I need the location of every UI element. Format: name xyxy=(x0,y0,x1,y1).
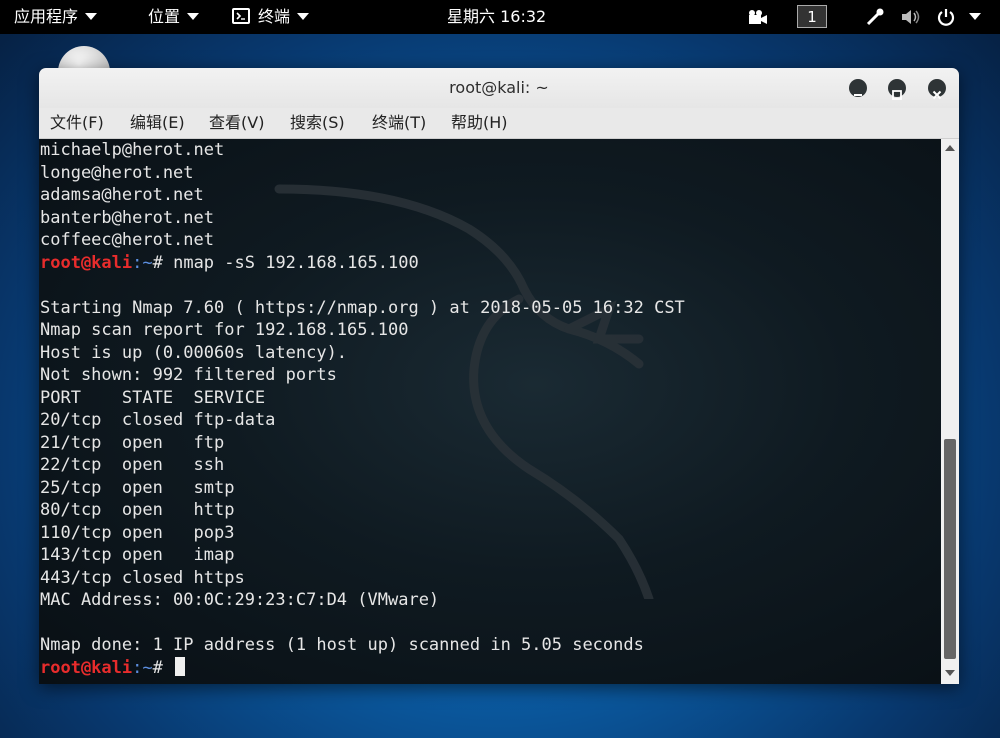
chevron-down-icon xyxy=(187,13,200,20)
video-camera-icon[interactable] xyxy=(748,0,768,34)
places-menu[interactable]: 位置 xyxy=(148,0,200,34)
terminal-line: Nmap scan report for 192.168.165.100 xyxy=(40,320,409,340)
window-titlebar[interactable]: root@kali: ~ xyxy=(39,68,959,108)
scroll-down-arrow-icon[interactable] xyxy=(945,670,955,676)
menu-terminal[interactable]: 终端(T) xyxy=(372,108,426,138)
maximize-button[interactable] xyxy=(888,79,906,100)
clock-label: 星期六 16:32 xyxy=(447,7,547,26)
applications-menu-label: 应用程序 xyxy=(14,7,79,26)
prompt-symbol: # xyxy=(152,657,174,678)
terminal-line: 143/tcp open imap xyxy=(40,545,235,565)
menu-file[interactable]: 文件(F) xyxy=(50,108,104,138)
terminal-line: banterb@herot.net xyxy=(40,207,214,228)
menu-bar: 文件(F) 编辑(E) 查看(V) 搜索(S) 终端(T) 帮助(H) xyxy=(39,108,959,139)
terminal-line: longe@herot.net xyxy=(40,162,194,183)
close-button[interactable] xyxy=(928,79,946,100)
terminal-app-label: 终端 xyxy=(258,7,291,26)
terminal-line: 110/tcp open pop3 xyxy=(40,522,235,543)
power-icon[interactable] xyxy=(936,0,956,34)
terminal-line: coffeec@herot.net xyxy=(40,230,214,250)
active-prompt-line[interactable]: root@kali:~# xyxy=(40,656,186,679)
clock[interactable]: 星期六 16:32 xyxy=(447,0,546,34)
menu-edit[interactable]: 编辑(E) xyxy=(130,108,185,138)
menu-help[interactable]: 帮助(H) xyxy=(451,108,508,138)
minimize-button[interactable] xyxy=(849,79,867,97)
eyedropper-icon[interactable] xyxy=(865,0,885,34)
volume-icon[interactable] xyxy=(900,0,922,34)
terminal-line: adamsa@herot.net xyxy=(40,185,204,205)
terminal-app-icon xyxy=(232,8,250,24)
minimize-icon xyxy=(854,94,862,96)
workspace-indicator[interactable]: 1 xyxy=(797,5,827,28)
terminal-line: Nmap done: 1 IP address (1 host up) scan… xyxy=(40,635,644,655)
terminal-app-menu[interactable]: 终端 xyxy=(232,0,310,34)
chevron-down-icon xyxy=(85,13,98,20)
prompt-user: root@kali xyxy=(40,657,133,678)
chevron-down-icon xyxy=(297,13,310,20)
terminal-line: 80/tcp open http xyxy=(40,500,235,520)
terminal-line: michaelp@herot.net xyxy=(40,140,225,160)
scroll-up-arrow-icon[interactable] xyxy=(945,145,955,151)
terminal-line: Starting Nmap 7.60 ( https://nmap.org ) … xyxy=(40,297,685,318)
terminal-line: 443/tcp closed https xyxy=(40,567,245,588)
window-title: root@kali: ~ xyxy=(449,78,549,97)
maximize-icon xyxy=(892,90,902,100)
prompt-symbol: # xyxy=(152,252,174,273)
terminal-output[interactable]: michaelp@herot.net longe@herot.net adams… xyxy=(39,139,941,684)
text-cursor xyxy=(175,656,186,676)
close-icon xyxy=(932,90,942,100)
terminal-line: PORT STATE SERVICE xyxy=(40,387,266,408)
places-menu-label: 位置 xyxy=(148,7,181,26)
terminal-line: 25/tcp open smtp xyxy=(40,477,235,498)
vertical-scrollbar[interactable] xyxy=(941,139,959,684)
terminal-line: MAC Address: 00:0C:29:23:C7:D4 (VMware) xyxy=(40,590,440,610)
menu-view[interactable]: 查看(V) xyxy=(209,108,264,138)
terminal-line: Not shown: 992 filtered ports xyxy=(40,365,337,385)
system-menu-chevron[interactable] xyxy=(962,0,981,34)
top-panel: 应用程序 位置 终端 星期六 16:32 1 xyxy=(0,0,1000,34)
terminal-line: 20/tcp closed ftp-data xyxy=(40,410,276,430)
prompt-path: :~ xyxy=(132,657,153,678)
prompt-user: root@kali xyxy=(40,252,133,273)
applications-menu[interactable]: 应用程序 xyxy=(14,0,98,34)
terminal-line: 22/tcp open ssh xyxy=(40,455,225,475)
terminal-line: 21/tcp open ftp xyxy=(40,432,225,453)
prompt-path: :~ xyxy=(132,252,153,273)
terminal-line: Host is up (0.00060s latency). xyxy=(40,342,348,363)
scrollbar-thumb[interactable] xyxy=(944,439,956,659)
command-line: root@kali:~# nmap -sS 192.168.165.100 xyxy=(40,252,419,274)
chevron-down-icon xyxy=(969,13,981,20)
kali-dragon-watermark xyxy=(274,184,654,599)
command-text: nmap -sS 192.168.165.100 xyxy=(173,252,419,273)
menu-search[interactable]: 搜索(S) xyxy=(290,108,345,138)
terminal-window: root@kali: ~ 文件(F) 编辑(E) 查看(V) 搜索(S) 终端(… xyxy=(39,68,959,684)
